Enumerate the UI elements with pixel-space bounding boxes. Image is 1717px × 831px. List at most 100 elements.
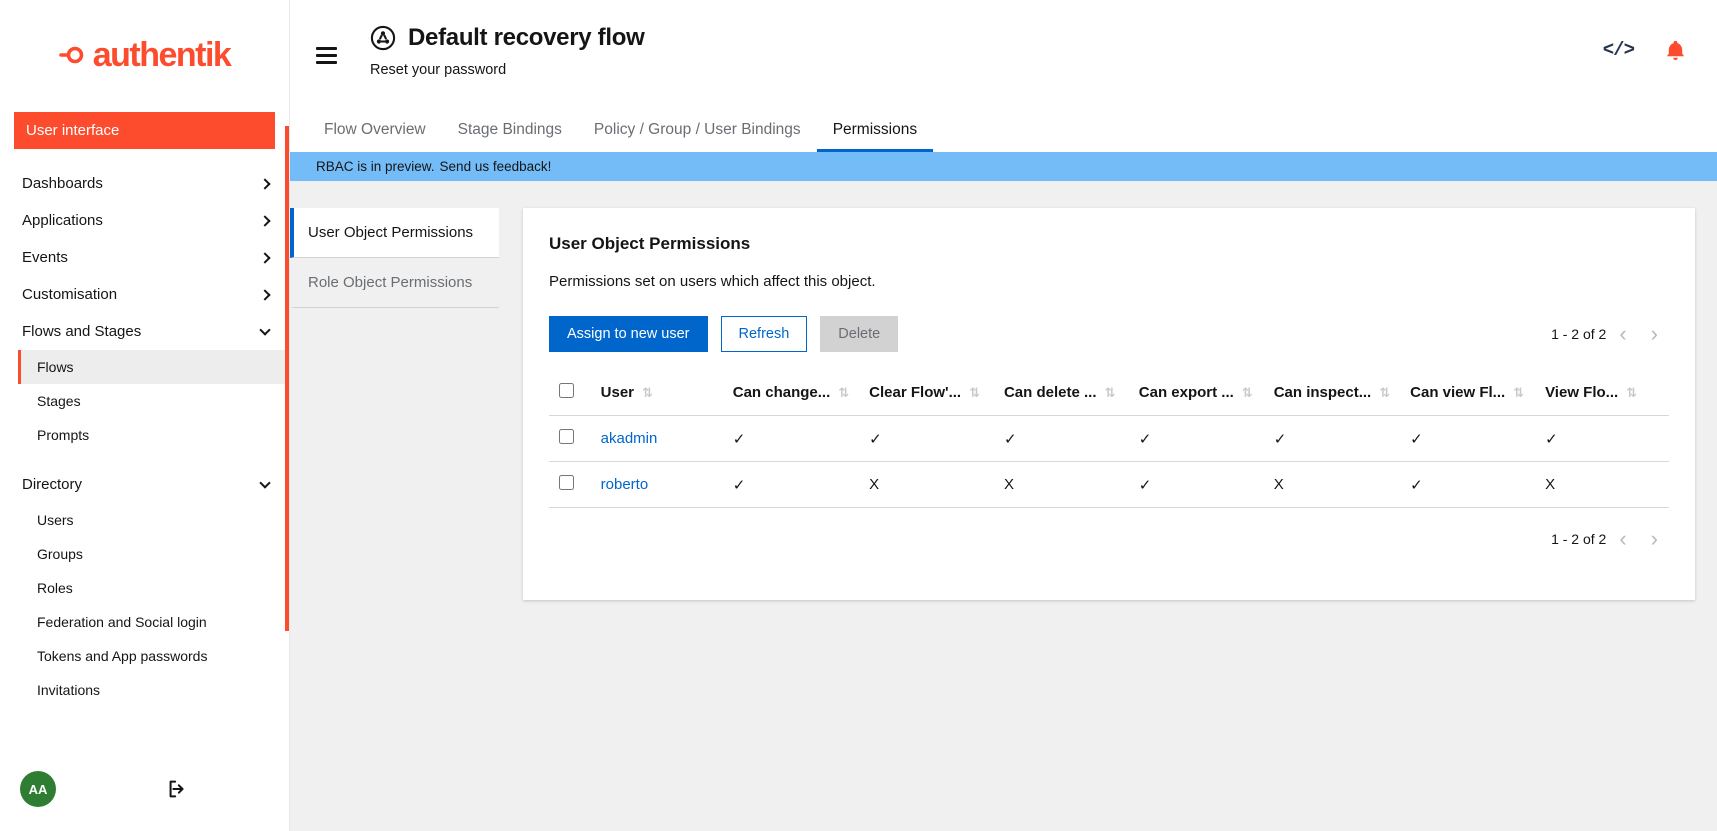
tab-policy-group-user-bindings[interactable]: Policy / Group / User Bindings [578,110,817,152]
chevron-down-icon [259,477,270,488]
perm-cell: X [859,462,994,508]
authentik-logo[interactable]: authentik [0,0,289,110]
pagination-label: 1 - 2 of 2 [1551,326,1606,342]
page-tabs: Flow Overview Stage Bindings Policy / Gr… [290,110,1717,152]
tab-flow-overview[interactable]: Flow Overview [308,110,442,152]
page-title: Default recovery flow [408,24,644,52]
chevron-right-icon [259,252,270,263]
main-area: Default recovery flow Reset your passwor… [290,0,1717,831]
sidebar-item-label: Flows and Stages [22,323,141,340]
pagination-prev-icon[interactable]: ‹ [1608,323,1637,345]
sidebar-scrollbar[interactable] [285,126,289,631]
perm-cell: X [1535,462,1669,508]
sort-icon[interactable]: ⇅ [1104,385,1115,400]
topbar-actions: </> [1603,30,1687,70]
user-interface-button[interactable]: User interface [14,112,275,149]
sort-icon[interactable]: ⇅ [642,385,653,400]
sort-icon[interactable]: ⇅ [1242,385,1253,400]
perm-cell: ✓ [1129,416,1264,462]
flows-and-stages-sublist: Flows Stages Prompts [18,350,289,452]
sidebar-item-roles[interactable]: Roles [18,571,289,605]
sidebar-item-directory[interactable]: Directory [0,466,289,503]
sidebar-item-label: Directory [22,476,82,493]
sidebar-item-stages[interactable]: Stages [18,384,289,418]
logout-icon[interactable] [166,778,188,800]
sort-icon[interactable]: ⇅ [1626,385,1637,400]
table-header-row: User⇅ Can change...⇅ Clear Flow'...⇅ Can… [549,370,1669,416]
column-header-can-delete[interactable]: Can delete ...⇅ [994,370,1129,416]
pagination-next-icon[interactable]: › [1640,323,1669,345]
sort-icon[interactable]: ⇅ [1379,385,1390,400]
perm-cell: ✓ [723,416,859,462]
column-header-user[interactable]: User⇅ [591,370,723,416]
sidebar-item-label: Applications [22,212,103,229]
sidebar-item-label: Dashboards [22,175,103,192]
sidebar-item-dashboards[interactable]: Dashboards [0,165,289,202]
perm-cell: X [1264,462,1400,508]
sidebar-item-label: Customisation [22,286,117,303]
sidebar-nav: Dashboards Applications Events Customisa… [0,165,289,721]
page-subtitle: Reset your password [370,62,644,78]
sidebar-footer: AA [0,757,289,831]
sidebar-item-applications[interactable]: Applications [0,202,289,239]
assign-to-new-user-button[interactable]: Assign to new user [549,316,708,352]
api-code-icon[interactable]: </> [1603,39,1634,61]
perm-cell: ✓ [994,416,1129,462]
user-object-permissions-card: User Object Permissions Permissions set … [523,208,1695,600]
chevron-down-icon [259,324,270,335]
card-description: Permissions set on users which affect th… [549,273,1669,290]
user-link[interactable]: roberto [601,476,649,493]
sidebar-item-flows-and-stages[interactable]: Flows and Stages [0,313,289,350]
feedback-link[interactable]: Send us feedback! [440,159,552,174]
toolbar: Assign to new user Refresh Delete 1 - 2 … [549,316,1669,352]
column-header-can-export[interactable]: Can export ...⇅ [1129,370,1264,416]
sidebar-item-users[interactable]: Users [18,503,289,537]
column-header-view-flow[interactable]: View Flo...⇅ [1535,370,1669,416]
tab-user-object-permissions[interactable]: User Object Permissions [290,208,499,258]
tab-role-object-permissions[interactable]: Role Object Permissions [290,258,499,308]
column-header-can-view[interactable]: Can view Fl...⇅ [1400,370,1535,416]
pagination-next-icon[interactable]: › [1640,528,1669,550]
sidebar-item-federation[interactable]: Federation and Social login [18,605,289,639]
sidebar-item-prompts[interactable]: Prompts [18,418,289,452]
hamburger-menu-icon[interactable] [316,47,337,67]
sidebar-item-events[interactable]: Events [0,239,289,276]
pagination-prev-icon[interactable]: ‹ [1608,528,1637,550]
directory-sublist: Users Groups Roles Federation and Social… [18,503,289,707]
sidebar-item-tokens[interactable]: Tokens and App passwords [18,639,289,673]
page-title-block: Default recovery flow Reset your passwor… [369,24,644,110]
pagination-bottom-wrap: 1 - 2 of 2 ‹ › [549,528,1669,550]
perm-cell: ✓ [1264,416,1400,462]
row-checkbox[interactable] [559,429,574,444]
sidebar-item-invitations[interactable]: Invitations [18,673,289,707]
notifications-bell-icon[interactable] [1664,39,1687,62]
tab-permissions[interactable]: Permissions [817,110,933,152]
sidebar-item-groups[interactable]: Groups [18,537,289,571]
sidebar-item-customisation[interactable]: Customisation [0,276,289,313]
sidebar: authentik User interface Dashboards Appl… [0,0,290,831]
sidebar-item-flows[interactable]: Flows [18,350,289,384]
authentik-logo-text: authentik [93,36,231,75]
perm-cell: ✓ [1535,416,1669,462]
perm-cell: X [994,462,1129,508]
chevron-right-icon [259,289,270,300]
user-link[interactable]: akadmin [601,430,658,447]
avatar[interactable]: AA [20,771,56,807]
delete-button[interactable]: Delete [820,316,898,352]
tab-stage-bindings[interactable]: Stage Bindings [442,110,578,152]
pagination-bottom: 1 - 2 of 2 ‹ › [1551,528,1669,550]
column-header-can-inspect[interactable]: Can inspect...⇅ [1264,370,1400,416]
pagination-label: 1 - 2 of 2 [1551,531,1606,547]
perm-cell: ✓ [1400,462,1535,508]
chevron-right-icon [259,215,270,226]
permissions-table: User⇅ Can change...⇅ Clear Flow'...⇅ Can… [549,370,1669,508]
sort-icon[interactable]: ⇅ [838,385,849,400]
sort-icon[interactable]: ⇅ [969,385,980,400]
column-header-clear-flow[interactable]: Clear Flow'...⇅ [859,370,994,416]
row-checkbox[interactable] [559,475,574,490]
refresh-button[interactable]: Refresh [721,316,808,352]
sort-icon[interactable]: ⇅ [1513,385,1524,400]
table-row: roberto ✓ X X ✓ X ✓ X [549,462,1669,508]
select-all-checkbox[interactable] [559,383,574,398]
column-header-can-change[interactable]: Can change...⇅ [723,370,859,416]
